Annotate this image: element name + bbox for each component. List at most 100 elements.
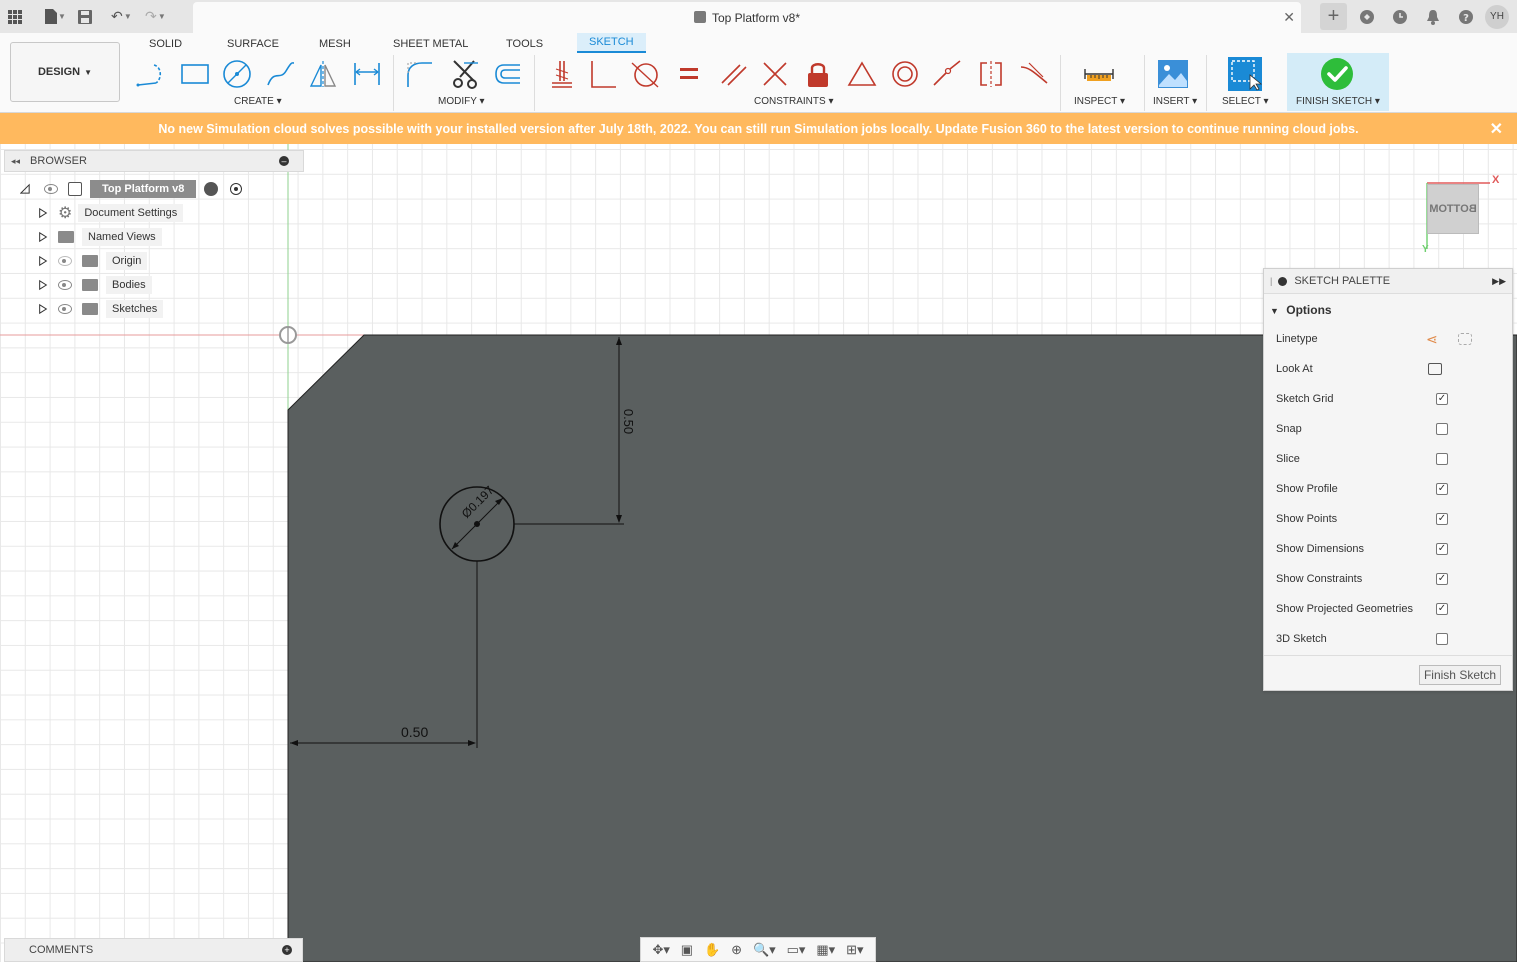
expand-triangle-icon[interactable]: [38, 279, 48, 291]
new-tab-plus-icon[interactable]: +: [1320, 3, 1347, 30]
collinear-constraint-icon[interactable]: [930, 57, 964, 91]
sketch-grid-checkbox[interactable]: ✓: [1436, 393, 1448, 405]
expand-triangle-icon[interactable]: [38, 207, 48, 219]
browser-header[interactable]: ◂◂ BROWSER –: [4, 150, 304, 172]
line-tool-icon[interactable]: [134, 57, 168, 91]
sketch-palette-header[interactable]: | SKETCH PALETTE ▶▶: [1264, 269, 1512, 294]
fix-unfix-constraint-icon[interactable]: [801, 57, 835, 91]
bell-icon[interactable]: [1419, 3, 1446, 30]
coincident-constraint-icon[interactable]: [586, 57, 620, 91]
tab-sheet-metal[interactable]: SHEET METAL: [393, 35, 468, 53]
browser-root[interactable]: Top Platform v8: [20, 179, 243, 199]
document-tab[interactable]: Top Platform v8* ✕: [193, 2, 1301, 33]
show-points-checkbox[interactable]: ✓: [1436, 513, 1448, 525]
hidden-eye-icon[interactable]: [58, 256, 72, 266]
measure-icon[interactable]: [1082, 57, 1116, 91]
viewports-icon[interactable]: ⊞▾: [846, 942, 863, 958]
browser-item-origin[interactable]: Origin: [38, 251, 148, 271]
look-at-icon[interactable]: ▣: [681, 942, 693, 958]
display-settings-icon[interactable]: ▭▾: [787, 942, 806, 958]
parallel-constraint-icon[interactable]: [716, 57, 750, 91]
modify-group-label[interactable]: MODIFY ▾: [438, 96, 485, 107]
tangent-constraint-icon[interactable]: [628, 57, 662, 91]
expand-triangle-icon[interactable]: [20, 183, 30, 195]
root-component-label[interactable]: Top Platform v8: [90, 180, 197, 198]
collapse-icon[interactable]: ◂◂: [11, 156, 20, 167]
tab-tools[interactable]: TOOLS: [506, 35, 543, 53]
add-comment-plus-icon[interactable]: +: [282, 945, 292, 955]
visibility-eye-icon[interactable]: [58, 304, 72, 314]
horizontal-vertical-constraint-icon[interactable]: [544, 57, 578, 91]
expand-triangle-icon[interactable]: [38, 303, 48, 315]
snap-checkbox[interactable]: [1436, 423, 1448, 435]
file-menu-caret-icon[interactable]: ▼: [58, 12, 66, 21]
close-icon[interactable]: ✕: [1490, 119, 1503, 139]
midpoint-constraint-icon[interactable]: [845, 57, 879, 91]
activate-radio-icon[interactable]: [230, 183, 243, 195]
circle-tool-icon[interactable]: [220, 57, 254, 91]
centerline-linetype-icon[interactable]: [1458, 333, 1472, 345]
inspect-group-label[interactable]: INSPECT ▾: [1074, 96, 1125, 107]
create-group-label[interactable]: CREATE ▾: [234, 96, 282, 107]
symmetry-constraint-icon[interactable]: [974, 57, 1008, 91]
insert-group-label[interactable]: INSERT ▾: [1153, 96, 1197, 107]
tab-mesh[interactable]: MESH: [319, 35, 351, 53]
visibility-eye-icon[interactable]: [44, 184, 58, 194]
trim-tool-icon[interactable]: [448, 57, 482, 91]
browser-item-sketches[interactable]: Sketches: [38, 299, 164, 319]
finish-sketch-button[interactable]: Finish Sketch: [1418, 665, 1501, 685]
options-section-header[interactable]: ▼ Options: [1270, 303, 1332, 317]
dimension-horizontal-value[interactable]: 0.50: [401, 724, 428, 740]
finish-sketch-group-label[interactable]: FINISH SKETCH ▾: [1296, 96, 1380, 107]
minimize-icon[interactable]: [1278, 276, 1288, 286]
orbit-icon[interactable]: ✥▾: [652, 942, 669, 958]
avatar[interactable]: YH: [1485, 4, 1509, 29]
visibility-eye-icon[interactable]: [58, 280, 72, 290]
workspace-switcher[interactable]: DESIGN ▼: [10, 42, 120, 102]
close-icon[interactable]: ✕: [1283, 9, 1295, 26]
grid-icon[interactable]: [2, 4, 28, 30]
comments-panel[interactable]: COMMENTS +: [4, 938, 303, 962]
dimension-vertical-value[interactable]: 0.50: [621, 409, 636, 434]
viewcube[interactable]: BOTTOM: [1427, 184, 1479, 234]
spline-tool-icon[interactable]: [264, 57, 298, 91]
browser-item-document-settings[interactable]: ⚙ Document Settings: [38, 203, 184, 223]
construction-linetype-icon[interactable]: ⋖: [1426, 331, 1438, 348]
concentric-constraint-icon[interactable]: [888, 57, 922, 91]
mirror-tool-icon[interactable]: [306, 57, 340, 91]
help-icon[interactable]: ?: [1452, 3, 1479, 30]
perpendicular-constraint-icon[interactable]: [758, 57, 792, 91]
browser-item-named-views[interactable]: Named Views: [38, 227, 162, 247]
zoom-window-icon[interactable]: 🔍▾: [753, 942, 776, 958]
show-profile-checkbox[interactable]: ✓: [1436, 483, 1448, 495]
tab-surface[interactable]: SURFACE: [227, 35, 279, 53]
insert-image-icon[interactable]: [1156, 57, 1190, 91]
offset-tool-icon[interactable]: [490, 57, 524, 91]
expand-triangle-icon[interactable]: [38, 231, 48, 243]
slice-checkbox[interactable]: [1436, 453, 1448, 465]
clock-icon[interactable]: [1386, 3, 1413, 30]
select-icon[interactable]: [1228, 57, 1262, 91]
grid-settings-icon[interactable]: ▦▾: [816, 942, 835, 958]
expand-icon[interactable]: ▶▶: [1492, 276, 1506, 287]
constraints-group-label[interactable]: CONSTRAINTS ▾: [754, 96, 833, 107]
finish-sketch-check-icon[interactable]: [1320, 57, 1354, 91]
pan-hand-icon[interactable]: ✋: [704, 942, 720, 958]
job-status-icon[interactable]: [1353, 3, 1380, 30]
3d-sketch-checkbox[interactable]: [1436, 633, 1448, 645]
tab-sketch[interactable]: SKETCH: [577, 33, 646, 53]
active-component-icon[interactable]: [204, 182, 219, 196]
show-dimensions-checkbox[interactable]: ✓: [1436, 543, 1448, 555]
fillet-tool-icon[interactable]: [402, 57, 436, 91]
look-at-icon[interactable]: [1428, 363, 1442, 375]
show-projected-geometries-checkbox[interactable]: ✓: [1436, 603, 1448, 615]
zoom-icon[interactable]: ⊕: [731, 942, 742, 958]
select-group-label[interactable]: SELECT ▾: [1222, 96, 1269, 107]
curvature-constraint-icon[interactable]: [1017, 57, 1051, 91]
minimize-icon[interactable]: –: [279, 156, 289, 166]
browser-item-bodies[interactable]: Bodies: [38, 275, 152, 295]
show-constraints-checkbox[interactable]: ✓: [1436, 573, 1448, 585]
equal-constraint-icon[interactable]: [672, 57, 706, 91]
rectangle-tool-icon[interactable]: [178, 57, 212, 91]
undo-caret-icon[interactable]: ▼: [124, 12, 132, 21]
